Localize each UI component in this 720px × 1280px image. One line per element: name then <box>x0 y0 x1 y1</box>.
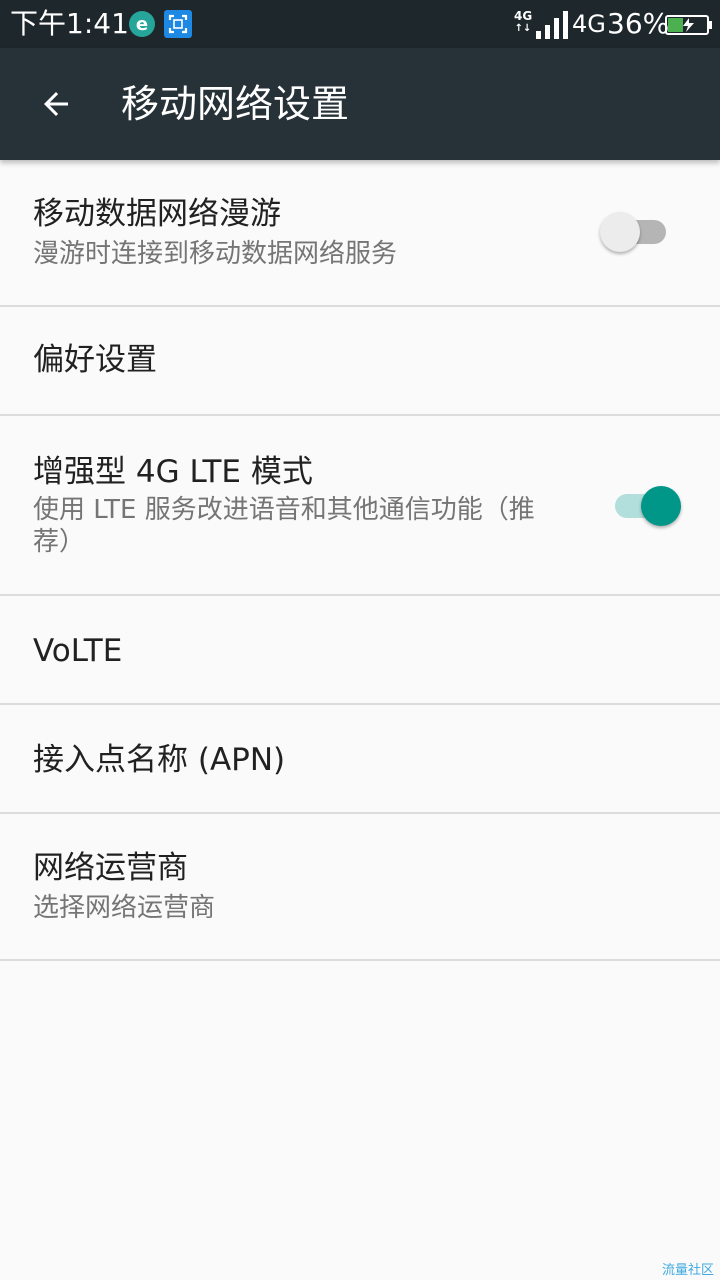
setting-volte[interactable]: VoLTE <box>0 596 720 705</box>
setting-title: 偏好设置 <box>33 342 157 378</box>
setting-apn[interactable]: 接入点名称 (APN) <box>0 705 720 814</box>
back-button[interactable] <box>24 72 88 136</box>
status-time: 下午1:41 <box>10 7 129 40</box>
setting-title: 增强型 4G LTE 模式 <box>33 454 313 490</box>
network-small-indicator: 4G ↑↓ <box>514 9 533 35</box>
enhanced-4g-lte-toggle[interactable] <box>601 482 681 530</box>
setting-data-roaming[interactable]: 移动数据网络漫游 漫游时连接到移动数据网络服务 <box>0 160 720 307</box>
setting-summary: 使用 LTE 服务改进语音和其他通信功能（推荐） <box>33 495 535 557</box>
network-type: 4G <box>572 10 606 38</box>
setting-title: VoLTE <box>33 633 123 669</box>
setting-preferences[interactable]: 偏好设置 <box>0 307 720 416</box>
setting-network-operator[interactable]: 网络运营商 选择网络运营商 <box>0 814 720 961</box>
setting-title: 移动数据网络漫游 <box>33 196 281 232</box>
setting-summary: 选择网络运营商 <box>33 893 216 923</box>
browser-notification-icon: e <box>129 11 155 37</box>
data-roaming-toggle[interactable] <box>600 208 680 256</box>
setting-title: 网络运营商 <box>33 850 188 886</box>
arrow-back-icon <box>44 92 68 116</box>
setting-enhanced-4g-lte[interactable]: 增强型 4G LTE 模式 使用 LTE 服务改进语音和其他通信功能（推荐） <box>0 416 720 596</box>
toggle-thumb <box>641 486 681 526</box>
settings-list: 移动数据网络漫游 漫游时连接到移动数据网络服务 偏好设置 增强型 4G LTE … <box>0 160 720 961</box>
toggle-thumb <box>600 212 640 252</box>
status-bar: 下午1:41 e 4G ↑↓ 4G 36% <box>0 0 720 48</box>
toolbar: 移动网络设置 <box>0 48 720 160</box>
setting-summary: 漫游时连接到移动数据网络服务 <box>33 239 398 269</box>
page-title: 移动网络设置 <box>121 82 350 126</box>
svg-text:e: e <box>136 14 148 35</box>
battery-percent: 36% <box>607 7 670 40</box>
watermark: 流量社区 <box>661 1263 714 1278</box>
battery-charging-icon <box>665 15 712 35</box>
setting-title: 接入点名称 (APN) <box>33 742 286 778</box>
screenshot-notification-icon <box>164 10 192 38</box>
signal-icon <box>536 11 568 39</box>
